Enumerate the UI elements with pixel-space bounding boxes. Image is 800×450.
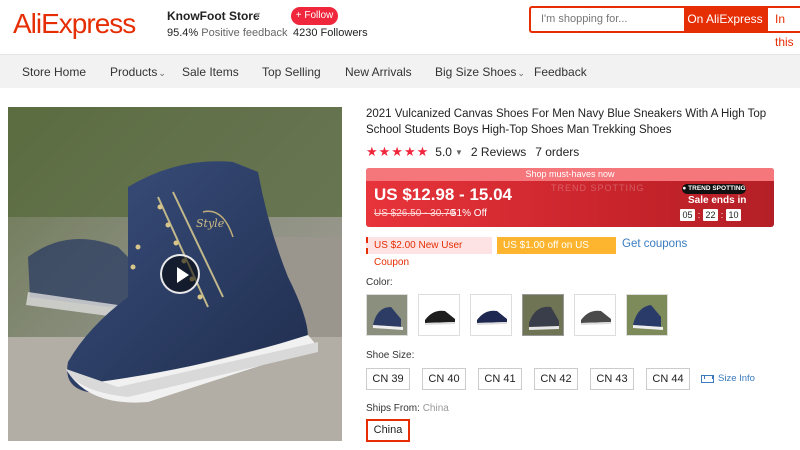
size-label: Shoe Size: bbox=[366, 350, 415, 361]
ships-from-row: Ships From: China bbox=[366, 403, 449, 414]
svg-text:Style: Style bbox=[196, 217, 225, 230]
nav-feedback[interactable]: Feedback bbox=[534, 65, 587, 79]
positive-feedback-label: Positive feedback bbox=[201, 27, 288, 39]
current-price: US $12.98 - 15.04 bbox=[374, 185, 512, 204]
shoe-thumb-icon bbox=[471, 295, 511, 335]
sale-ends-label: Sale ends in bbox=[688, 195, 747, 206]
product-main-image[interactable]: Style bbox=[8, 107, 342, 441]
aliexpress-logo[interactable]: AliExpress bbox=[13, 8, 136, 40]
trend-badge-label: TREND SPOTTING bbox=[688, 185, 746, 192]
color-option-denim[interactable] bbox=[366, 294, 408, 336]
star-rating-icon: ★★★★★ bbox=[366, 144, 430, 159]
shoe-thumb-icon bbox=[419, 295, 459, 335]
timer-minutes: 22 bbox=[703, 209, 718, 221]
store-header: AliExpress KnowFoot Store ▼ 95.4% Positi… bbox=[0, 0, 800, 52]
size-info-label: Size Info bbox=[718, 373, 755, 384]
store-name[interactable]: KnowFoot Store bbox=[167, 9, 260, 23]
timer-separator: : bbox=[697, 210, 701, 220]
chevron-down-icon: ⌄ bbox=[158, 68, 166, 78]
follow-button[interactable]: + Follow bbox=[291, 7, 338, 25]
nav-label: Sale Items bbox=[182, 65, 239, 79]
nav-label: Top Selling bbox=[262, 65, 321, 79]
nav-label: Store Home bbox=[22, 65, 87, 79]
timer-hours: 05 bbox=[680, 209, 695, 221]
ships-from-label: Ships From: bbox=[366, 403, 420, 414]
price-banner-top[interactable]: Shop must-haves now bbox=[366, 168, 774, 181]
nav-label: New Arrivals bbox=[345, 65, 412, 79]
size-option[interactable]: CN 44 bbox=[646, 368, 690, 390]
ships-from-value: China bbox=[422, 403, 449, 414]
followers-count: 4230 Followers bbox=[293, 27, 368, 39]
size-option[interactable]: CN 39 bbox=[366, 368, 410, 390]
color-option-blue-photo[interactable] bbox=[626, 294, 668, 336]
rating-value[interactable]: 5.0 bbox=[435, 145, 452, 159]
nav-label: Big Size Shoes bbox=[435, 65, 517, 79]
shoe-thumb-icon bbox=[627, 295, 667, 335]
positive-feedback: 95.4% Positive feedback bbox=[167, 27, 287, 39]
rating-row: ★★★★★ 5.0 ▼ 2 Reviews 7 orders bbox=[366, 144, 579, 160]
orders-count: 7 orders bbox=[535, 145, 580, 159]
color-option-gray-photo[interactable] bbox=[522, 294, 564, 336]
size-option[interactable]: CN 43 bbox=[590, 368, 634, 390]
nav-label: Feedback bbox=[534, 65, 587, 79]
ships-from-china-option[interactable]: China bbox=[366, 419, 410, 442]
nav-new-arrivals[interactable]: New Arrivals bbox=[345, 65, 412, 79]
size-info-link[interactable]: Size Info bbox=[701, 373, 755, 384]
price-bg-text: TREND SPOTTING bbox=[551, 183, 645, 193]
search-input[interactable]: I'm shopping for... bbox=[529, 6, 684, 33]
countdown-timer: 05 : 22 : 10 bbox=[680, 209, 741, 221]
nav-products[interactable]: Products⌄ bbox=[110, 65, 166, 79]
size-option[interactable]: CN 40 bbox=[422, 368, 466, 390]
nav-label: Products bbox=[110, 65, 158, 79]
search-aliexpress-button[interactable]: On AliExpress bbox=[684, 6, 766, 33]
color-option-black[interactable] bbox=[418, 294, 460, 336]
nav-store-home[interactable]: Store Home bbox=[22, 65, 86, 79]
nav-big-size-shoes[interactable]: Big Size Shoes⌄ bbox=[435, 65, 525, 79]
size-option[interactable]: CN 41 bbox=[478, 368, 522, 390]
store-coupon[interactable]: US $1.00 off on US $19.00 bbox=[497, 237, 616, 268]
shoe-thumb-icon bbox=[367, 295, 407, 335]
timer-seconds: 10 bbox=[726, 209, 741, 221]
get-coupons-link[interactable]: Get coupons bbox=[622, 238, 687, 250]
nav-top-selling[interactable]: Top Selling bbox=[262, 65, 321, 79]
reviews-link[interactable]: 2 Reviews bbox=[471, 145, 526, 159]
shoe-thumb-icon bbox=[575, 295, 615, 335]
play-video-button[interactable] bbox=[160, 254, 200, 294]
shoe-thumb-icon bbox=[523, 295, 563, 335]
chevron-down-icon: ⌄ bbox=[517, 68, 525, 78]
product-title: 2021 Vulcanized Canvas Shoes For Men Nav… bbox=[366, 108, 767, 136]
discount-percent: 51% Off bbox=[451, 208, 487, 219]
new-user-coupon[interactable]: US $2.00 New User Coupon bbox=[366, 237, 492, 268]
size-option[interactable]: CN 42 bbox=[534, 368, 578, 390]
color-label: Color: bbox=[366, 277, 393, 288]
store-nav: Store Home Products⌄ Sale Items Top Sell… bbox=[0, 54, 800, 88]
search-store-button[interactable]: In this bbox=[766, 6, 800, 49]
timer-separator: : bbox=[720, 210, 724, 220]
color-option-navy[interactable] bbox=[470, 294, 512, 336]
chevron-down-icon[interactable]: ▼ bbox=[253, 10, 262, 20]
ruler-icon bbox=[701, 374, 714, 383]
nav-sale-items[interactable]: Sale Items bbox=[182, 65, 239, 79]
positive-feedback-pct: 95.4% bbox=[167, 27, 199, 39]
price-banner: Shop must-haves now TREND SPOTTING US $1… bbox=[366, 168, 774, 227]
color-option-gray[interactable] bbox=[574, 294, 616, 336]
chevron-down-icon[interactable]: ▼ bbox=[455, 148, 463, 157]
original-price: US $26.50 - 30.70 bbox=[374, 208, 456, 219]
trend-spotting-badge: ● TREND SPOTTING bbox=[682, 184, 746, 194]
